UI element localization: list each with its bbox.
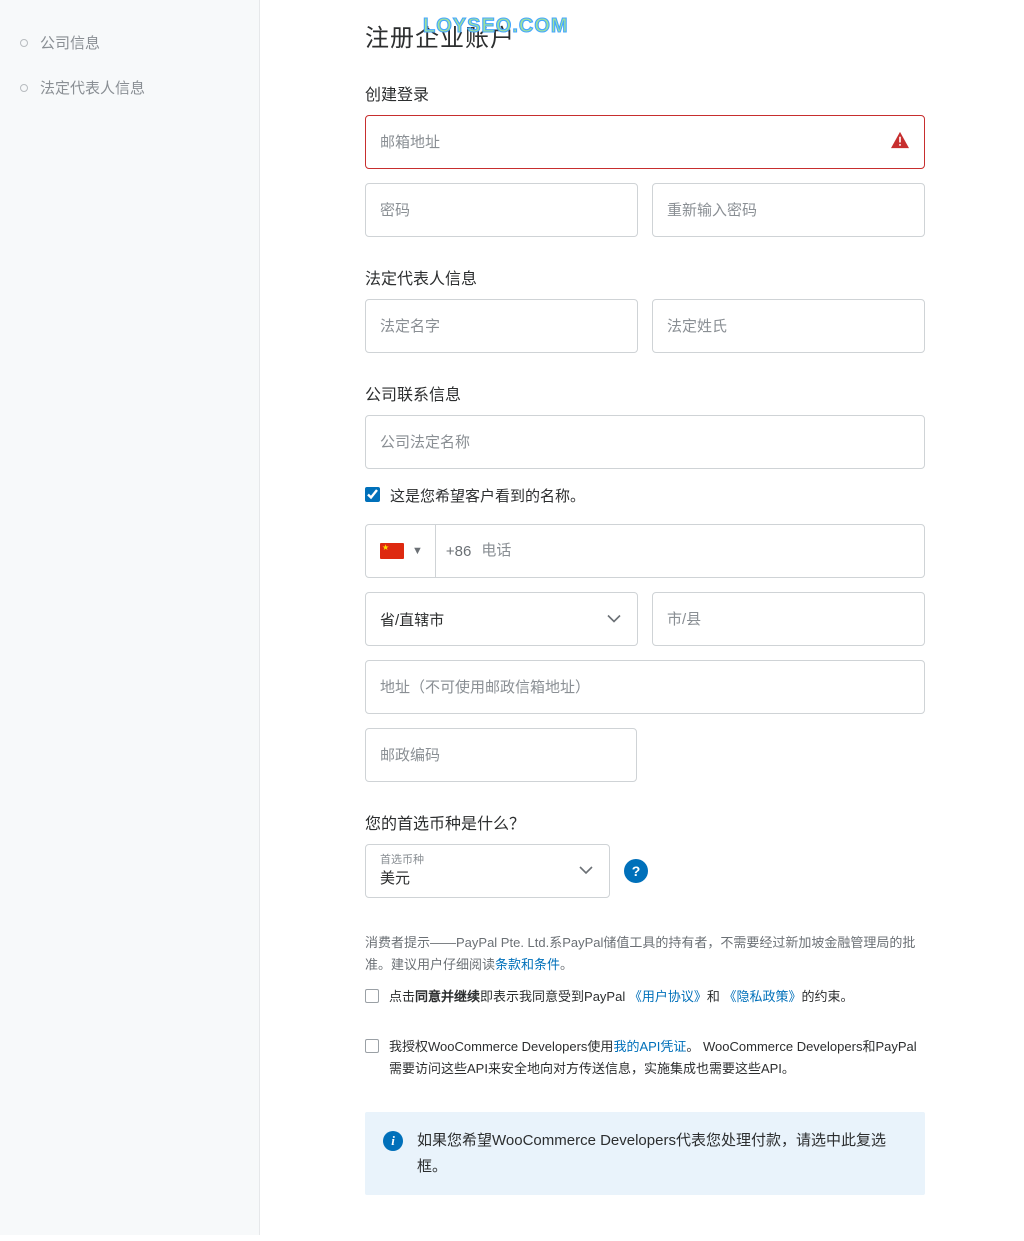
agree-terms-text: 点击同意并继续即表示我同意受到PayPal 《用户协议》和 《隐私政策》的约束。: [389, 986, 925, 1008]
currency-select[interactable]: 首选币种 美元: [365, 844, 610, 898]
legal-first-name-input[interactable]: [380, 318, 623, 335]
sidebar-item-company[interactable]: 公司信息: [20, 20, 259, 65]
company-legal-name-input[interactable]: [380, 434, 910, 451]
privacy-policy-link[interactable]: 《隐私政策》: [724, 989, 802, 1004]
password-field[interactable]: [365, 183, 638, 237]
authorize-api-text: 我授权WooCommerce Developers使用我的API凭证。 WooC…: [389, 1036, 925, 1080]
info-icon: i: [383, 1131, 403, 1151]
sidebar: 公司信息 法定代表人信息: [0, 0, 260, 1235]
password-confirm-input[interactable]: [667, 202, 910, 219]
city-input[interactable]: [667, 611, 910, 628]
info-banner-text: 如果您希望WooCommerce Developers代表您处理付款，请选中此复…: [417, 1128, 907, 1179]
phone-field: ▼ +86: [365, 524, 925, 578]
sidebar-item-label: 公司信息: [40, 32, 100, 53]
legal-last-name-input[interactable]: [667, 318, 910, 335]
page-title: 注册企业账户 LOYSEO.COM: [365, 18, 925, 53]
section-heading-currency: 您的首选币种是什么？: [365, 810, 925, 834]
main-content: 注册企业账户 LOYSEO.COM 创建登录 法定代: [260, 0, 1024, 1235]
agree-terms-checkbox[interactable]: [365, 989, 379, 1003]
email-field[interactable]: [365, 115, 925, 169]
currency-value: 美元: [380, 867, 595, 888]
address-field[interactable]: [365, 660, 925, 714]
dial-code: +86: [436, 543, 481, 560]
sidebar-item-legal-rep[interactable]: 法定代表人信息: [20, 65, 259, 110]
section-heading-company: 公司联系信息: [365, 381, 925, 405]
display-name-note: 这是您希望客户看到的名称。: [390, 485, 585, 506]
step-dot-icon: [20, 39, 28, 47]
section-heading-login: 创建登录: [365, 81, 925, 105]
password-confirm-field[interactable]: [652, 183, 925, 237]
address-input[interactable]: [380, 679, 910, 696]
help-icon[interactable]: ?: [624, 859, 648, 883]
user-agreement-link[interactable]: 《用户协议》: [629, 989, 707, 1004]
authorize-api-checkbox[interactable]: [365, 1039, 379, 1053]
chevron-down-icon: ▼: [412, 545, 423, 557]
email-input[interactable]: [380, 134, 910, 151]
country-code-selector[interactable]: ▼: [366, 525, 436, 577]
disclaimer-text: 消费者提示——PayPal Pte. Ltd.系PayPal储值工具的持有者，不…: [365, 932, 925, 976]
chevron-down-icon: [579, 862, 593, 880]
flag-cn-icon: [380, 543, 404, 559]
sidebar-item-label: 法定代表人信息: [40, 77, 145, 98]
api-credentials-link[interactable]: 我的API凭证: [613, 1039, 686, 1054]
province-select[interactable]: 省/直辖市: [365, 592, 638, 646]
city-field[interactable]: [652, 592, 925, 646]
phone-input[interactable]: [481, 542, 912, 559]
company-legal-name-field[interactable]: [365, 415, 925, 469]
step-dot-icon: [20, 84, 28, 92]
postal-input[interactable]: [380, 747, 622, 764]
info-banner: i 如果您希望WooCommerce Developers代表您处理付款，请选中…: [365, 1112, 925, 1195]
password-input[interactable]: [380, 202, 623, 219]
legal-first-name-field[interactable]: [365, 299, 638, 353]
postal-field[interactable]: [365, 728, 637, 782]
display-name-checkbox[interactable]: [365, 487, 380, 502]
legal-last-name-field[interactable]: [652, 299, 925, 353]
section-heading-legal-rep: 法定代表人信息: [365, 265, 925, 289]
terms-link[interactable]: 条款和条件: [495, 957, 560, 972]
error-icon: [890, 131, 910, 153]
currency-field-label: 首选币种: [380, 854, 595, 867]
